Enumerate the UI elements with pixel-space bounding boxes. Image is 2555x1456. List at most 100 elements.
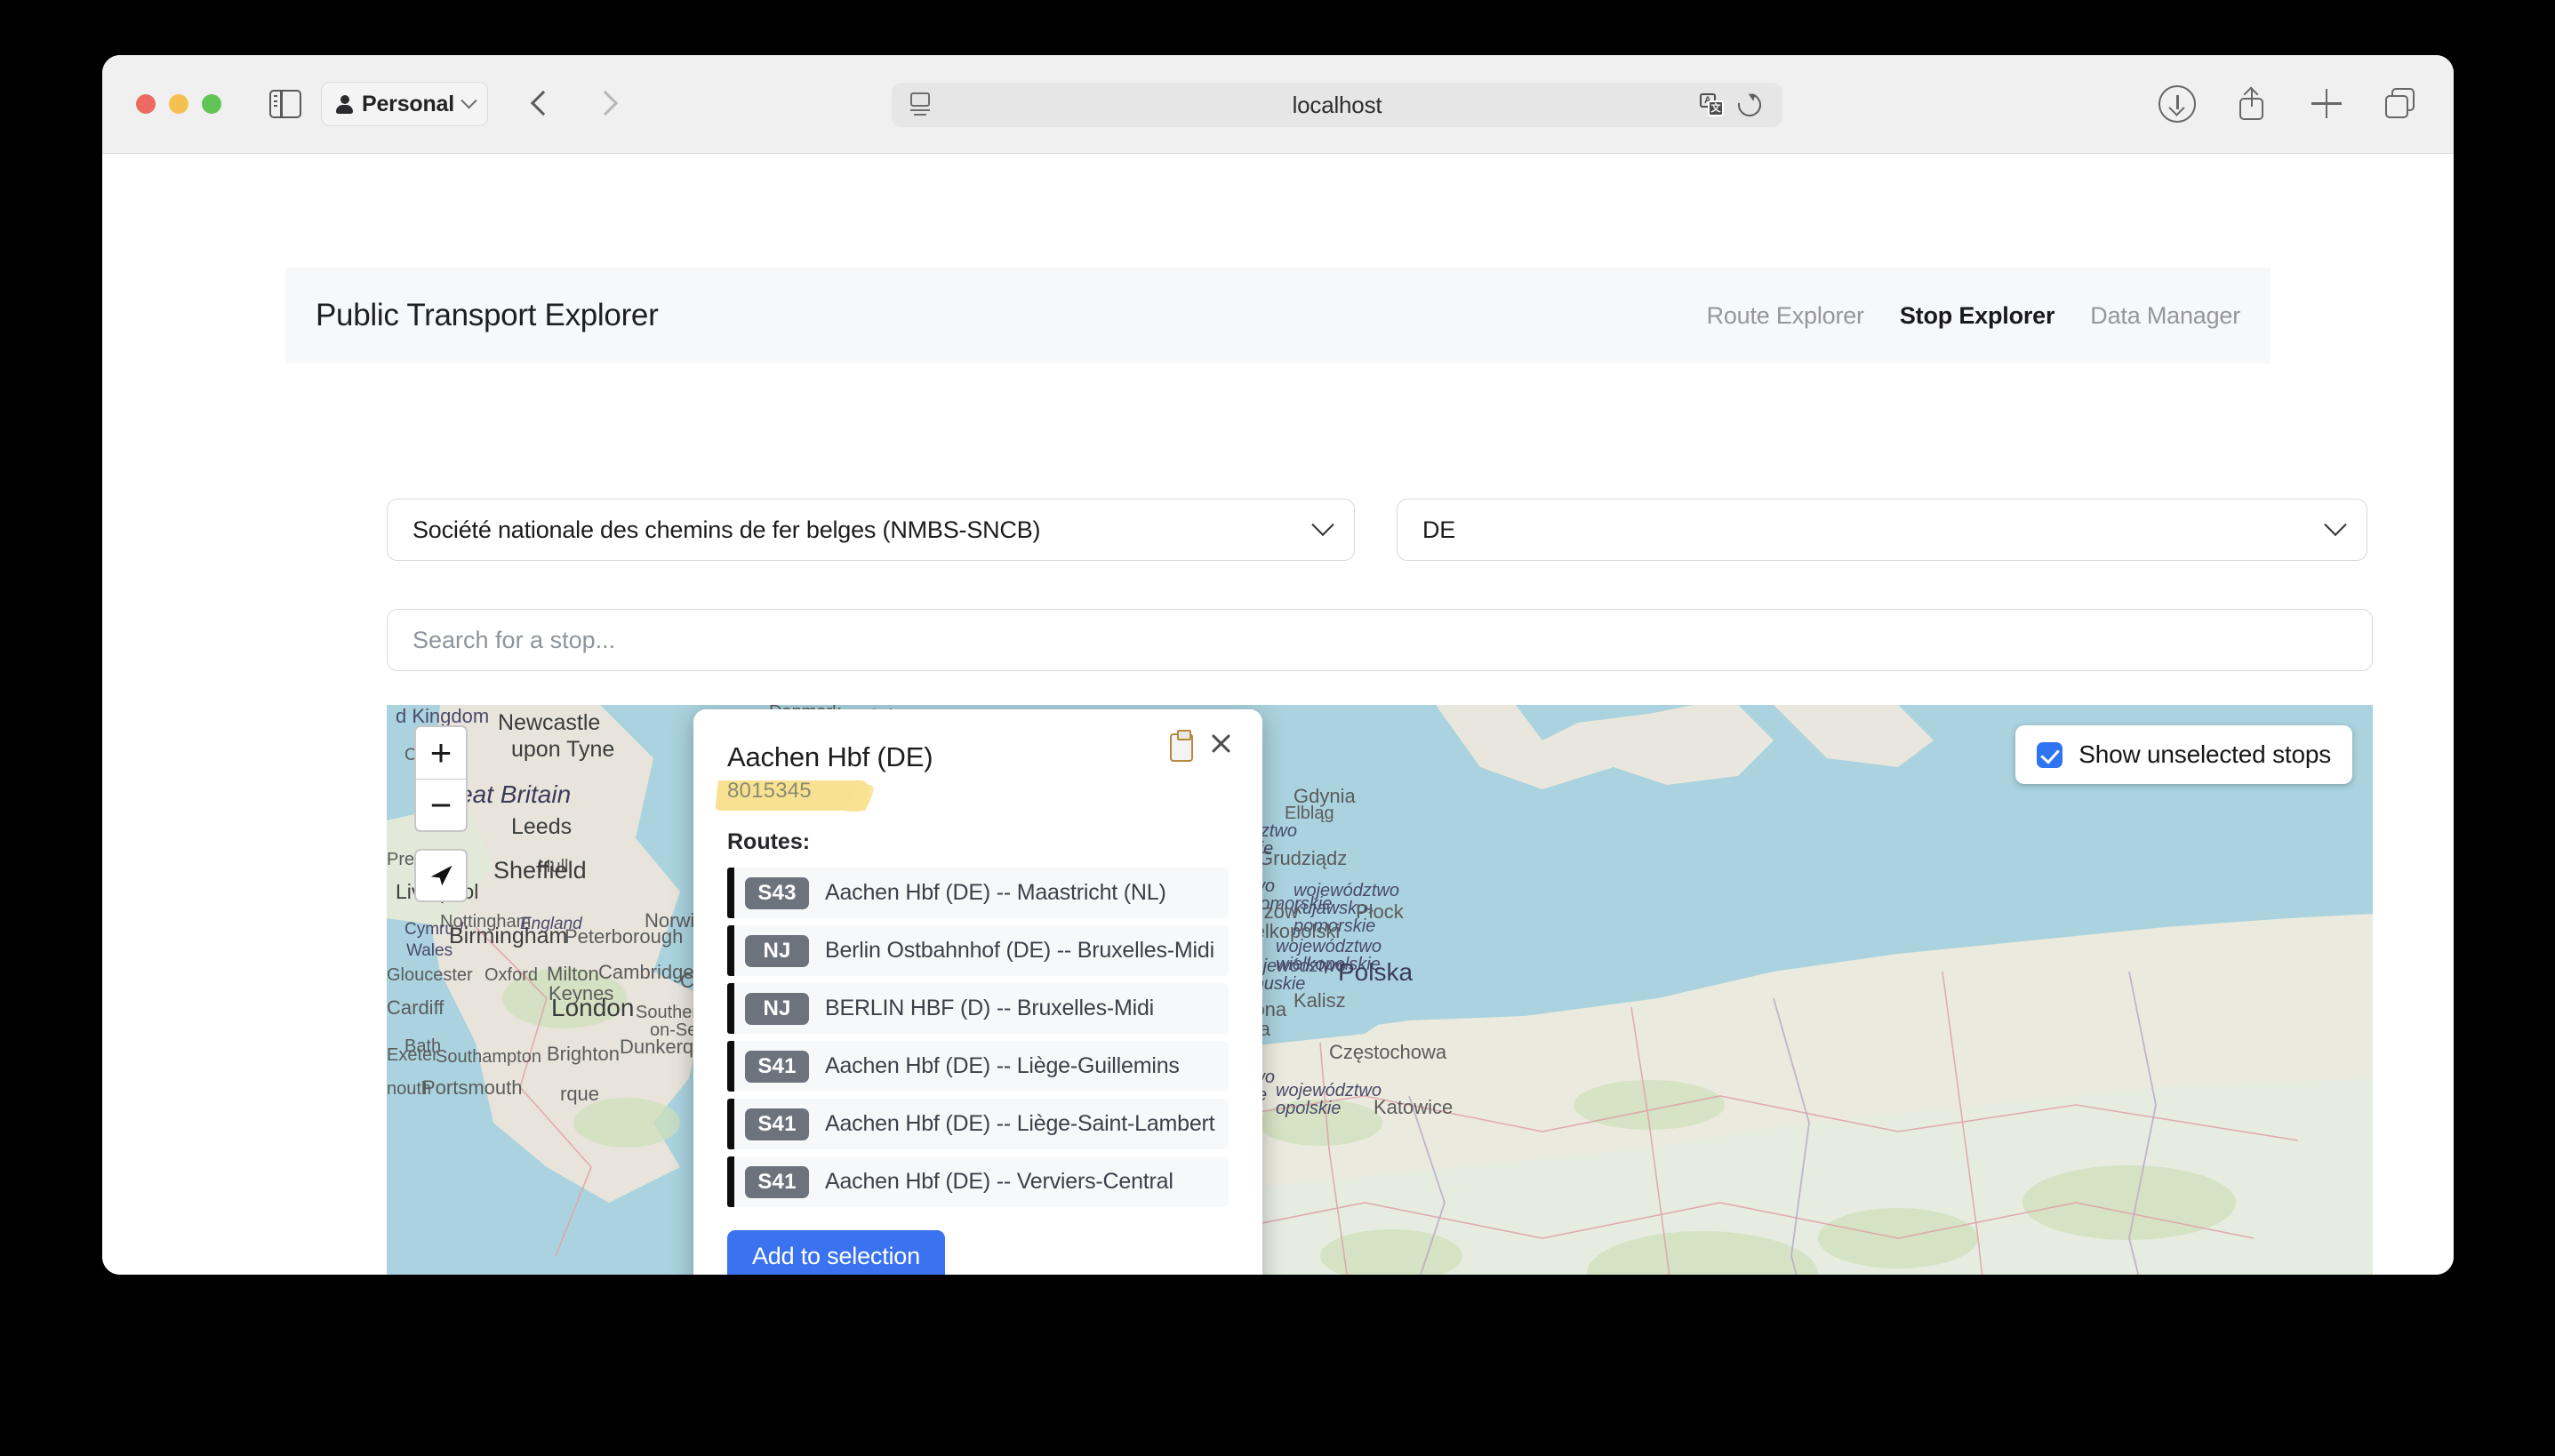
svg-text:województwo: województwo <box>1294 881 1399 900</box>
svg-text:Katowice: Katowice <box>1374 1096 1453 1118</box>
nav-data-manager[interactable]: Data Manager <box>2090 302 2240 330</box>
translate-icon[interactable]: A文 <box>1700 93 1724 117</box>
show-unselected-stops-toggle[interactable]: Show unselected stops <box>2015 725 2352 784</box>
route-name: BERLIN HBF (D) -- Bruxelles-Midi <box>825 996 1155 1020</box>
route-badge: S41 <box>745 1108 809 1140</box>
agency-select[interactable]: Société nationale des chemins de fer bel… <box>387 499 1355 561</box>
stop-id: 8015345 <box>727 779 812 803</box>
map-tiles: d Kingdom Newcastle upon Tyne Carlisle G… <box>387 705 2373 1275</box>
route-badge: S43 <box>745 876 809 909</box>
zoom-out-button[interactable]: − <box>416 779 466 830</box>
main-nav: Route Explorer Stop Explorer Data Manage… <box>1707 302 2241 330</box>
tab-overview-icon[interactable] <box>2383 85 2420 123</box>
close-icon[interactable] <box>1204 725 1239 761</box>
svg-text:Częstochowa: Częstochowa <box>1329 1041 1447 1063</box>
profile-label: Personal <box>362 91 455 116</box>
reader-view-icon[interactable] <box>910 92 933 117</box>
stop-search-input[interactable] <box>387 609 2373 671</box>
show-unselected-label: Show unselected stops <box>2078 740 2331 768</box>
svg-text:Wales: Wales <box>406 941 453 960</box>
profile-button[interactable]: Personal <box>321 82 489 126</box>
country-select-value: DE <box>1422 516 1456 543</box>
svg-text:Oxford: Oxford <box>485 965 538 985</box>
svg-text:Kalisz: Kalisz <box>1294 989 1346 1012</box>
back-arrow-icon[interactable] <box>520 83 563 125</box>
svg-text:Portsmouth: Portsmouth <box>422 1076 523 1099</box>
forward-arrow-icon[interactable] <box>584 83 627 125</box>
browser-window: Personal localhost A文 <box>102 55 2454 1275</box>
route-row[interactable]: S41 Aachen Hbf (DE) -- Liège-Saint-Lamber… <box>727 1099 1229 1149</box>
chevron-down-icon <box>2324 513 2347 537</box>
route-name: Aachen Hbf (DE) -- Liège-Guillemins <box>825 1053 1180 1078</box>
svg-text:opolskie: opolskie <box>1276 1099 1341 1118</box>
page-content: Public Transport Explorer Route Explorer… <box>102 154 2454 1275</box>
route-name: Aachen Hbf (DE) -- Liège-Saint-Lambert <box>825 1111 1215 1136</box>
page-title: Public Transport Explorer <box>316 298 659 332</box>
route-badge: S41 <box>745 1165 809 1198</box>
route-row[interactable]: NJ Berlin Ostbahnhof (DE) -- Bruxelles-Mi… <box>727 925 1229 976</box>
chevron-down-icon <box>1311 513 1334 537</box>
routes-label: Routes: <box>727 829 811 854</box>
locate-me-button[interactable] <box>414 849 468 902</box>
svg-text:upon Tyne: upon Tyne <box>511 737 614 762</box>
svg-text:Cardiff: Cardiff <box>387 996 445 1019</box>
country-select[interactable]: DE <box>1397 499 2367 561</box>
toolbar-right-actions <box>2159 85 2420 123</box>
zoom-in-button[interactable]: + <box>416 727 466 779</box>
app-header: Public Transport Explorer Route Explorer… <box>285 268 2271 364</box>
person-icon <box>336 94 353 114</box>
svg-text:Brighton: Brighton <box>547 1043 620 1065</box>
stop-popup: Aachen Hbf (DE) 8015345 Routes: S43 Aache… <box>693 709 1262 1275</box>
new-tab-icon[interactable] <box>2308 85 2345 123</box>
address-bar[interactable]: localhost A文 <box>892 83 1782 127</box>
close-window-button[interactable] <box>136 94 156 114</box>
sidebar-toggle-icon[interactable] <box>269 88 301 120</box>
route-badge: NJ <box>745 992 809 1025</box>
minimize-window-button[interactable] <box>169 94 188 114</box>
svg-text:Płock: Płock <box>1356 900 1405 923</box>
clipboard-icon[interactable] <box>1170 730 1193 762</box>
svg-text:Newcastle: Newcastle <box>498 710 600 735</box>
navigation-arrow-icon <box>430 865 453 886</box>
map-canvas[interactable]: d Kingdom Newcastle upon Tyne Carlisle G… <box>387 705 2373 1275</box>
route-name: Berlin Ostbahnhof (DE) -- Bruxelles-Midi <box>825 938 1214 963</box>
chevron-down-icon <box>461 92 477 108</box>
add-to-selection-button[interactable]: Add to selection <box>727 1230 945 1275</box>
map-zoom-controls: + − <box>414 725 468 832</box>
nav-route-explorer[interactable]: Route Explorer <box>1707 302 1864 330</box>
show-unselected-checkbox[interactable] <box>2037 741 2063 768</box>
agency-select-value: Société nationale des chemins de fer bel… <box>412 516 1041 543</box>
share-icon[interactable] <box>2233 85 2271 123</box>
reload-icon[interactable] <box>1733 88 1766 122</box>
svg-text:London: London <box>551 994 634 1021</box>
browser-toolbar: Personal localhost A文 <box>102 55 2454 154</box>
route-row[interactable]: NJ BERLIN HBF (D) -- Bruxelles-Midi <box>727 983 1229 1034</box>
nav-stop-explorer[interactable]: Stop Explorer <box>1900 302 2055 330</box>
route-badge: S41 <box>745 1050 809 1083</box>
maximize-window-button[interactable] <box>202 94 221 114</box>
filter-row: Société nationale des chemins de fer bel… <box>387 499 2367 561</box>
svg-text:Gloucester: Gloucester <box>387 965 473 985</box>
svg-text:Elbląg: Elbląg <box>1285 804 1334 823</box>
window-controls <box>136 94 221 114</box>
svg-text:rque: rque <box>560 1083 599 1105</box>
route-row[interactable]: S41 Aachen Hbf (DE) -- Verviers-Central <box>727 1156 1229 1207</box>
downloads-icon[interactable] <box>2159 85 2196 123</box>
routes-list: S43 Aachen Hbf (DE) -- Maastricht (NL) NJ B… <box>727 868 1229 1207</box>
svg-text:d Kingdom: d Kingdom <box>396 705 489 727</box>
route-name: Aachen Hbf (DE) -- Verviers-Central <box>825 1169 1173 1194</box>
svg-text:Leeds: Leeds <box>511 814 572 839</box>
stop-id-row: 8015345 <box>715 779 1229 814</box>
svg-text:Exeter: Exeter <box>387 1045 438 1065</box>
svg-text:Sheffield: Sheffield <box>493 857 587 884</box>
route-row[interactable]: S43 Aachen Hbf (DE) -- Maastricht (NL) <box>727 868 1229 918</box>
svg-text:Polska: Polska <box>1338 958 1413 986</box>
route-name: Aachen Hbf (DE) -- Maastricht (NL) <box>825 880 1166 905</box>
svg-text:województwo: województwo <box>1276 937 1382 956</box>
route-row[interactable]: S41 Aachen Hbf (DE) -- Liège-Guillemins <box>727 1041 1229 1092</box>
svg-text:Birmingham: Birmingham <box>449 924 567 948</box>
svg-text:Southampton: Southampton <box>436 1047 541 1067</box>
url-text: localhost <box>1292 91 1382 118</box>
route-badge: NJ <box>745 934 809 967</box>
stop-name: Aachen Hbf (DE) <box>727 741 933 772</box>
